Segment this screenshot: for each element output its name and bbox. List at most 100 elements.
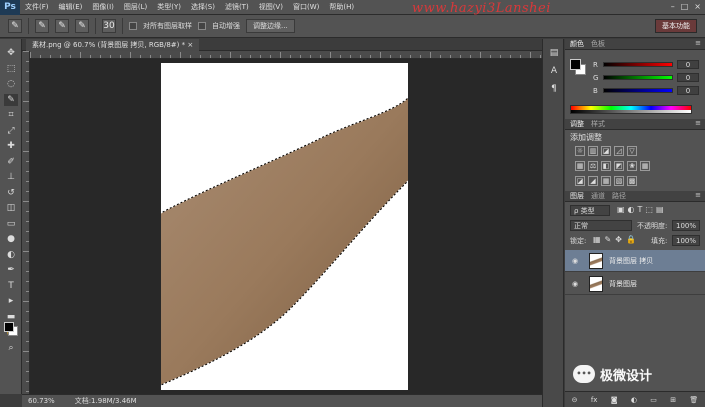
channel-slider-b[interactable]: B0 <box>593 86 703 95</box>
adjustment-icon[interactable]: ◧ <box>601 161 611 171</box>
layer-row[interactable]: ◉ 背景图层 <box>565 273 705 295</box>
refine-edge-button[interactable]: 调整边缘... <box>246 19 295 33</box>
channel-value-field[interactable]: 0 <box>677 73 699 82</box>
brush-tool[interactable]: ✐ <box>4 156 18 168</box>
layers-footer-icon[interactable]: ⊞ <box>670 396 676 404</box>
history-icon[interactable]: ▤ <box>548 47 560 59</box>
foreground-color-swatch[interactable] <box>4 322 14 332</box>
menu-type[interactable]: 类型(Y) <box>152 2 186 12</box>
paragraph-icon[interactable]: ¶ <box>548 83 560 95</box>
adjustment-icon[interactable]: ☼ <box>575 146 585 156</box>
adjustment-icon[interactable]: ◿ <box>614 146 624 156</box>
adjustment-icon[interactable]: ◪ <box>601 146 611 156</box>
layers-footer-icon[interactable]: ◐ <box>631 396 637 404</box>
eraser-tool[interactable]: ◫ <box>4 202 18 214</box>
gradient-tool[interactable]: ▭ <box>4 218 18 230</box>
menu-edit[interactable]: 编辑(E) <box>54 2 88 12</box>
tab-paths[interactable]: 路径 <box>612 191 626 201</box>
menu-file[interactable]: 文件(F) <box>20 2 54 12</box>
marquee-tool[interactable]: ⬚ <box>4 63 18 75</box>
menu-filter[interactable]: 滤镜(T) <box>220 2 254 12</box>
menu-layer[interactable]: 图层(L) <box>119 2 152 12</box>
fill-field[interactable]: 100% <box>672 235 700 246</box>
channel-value-field[interactable]: 0 <box>677 86 699 95</box>
adjustment-icon[interactable]: ◪ <box>575 176 585 186</box>
quick-selection-tool[interactable]: ✎ <box>4 93 18 106</box>
eye-icon[interactable]: ◉ <box>569 257 581 265</box>
menu-view[interactable]: 视图(V) <box>254 2 288 12</box>
zoom-tool[interactable]: ⌕ <box>4 342 18 354</box>
layers-footer-icon[interactable]: ◙ <box>611 396 618 404</box>
tab-styles[interactable]: 样式 <box>591 119 605 129</box>
adjustment-icon[interactable]: ▥ <box>588 146 598 156</box>
channel-value-field[interactable]: 0 <box>677 60 699 69</box>
lasso-tool[interactable]: ◌ <box>4 78 18 90</box>
close-button[interactable]: × <box>694 2 701 11</box>
layer-row[interactable]: ◉ 背景图层 拷贝 <box>565 250 705 272</box>
color-spectrum[interactable] <box>570 105 692 114</box>
blur-tool[interactable]: ● <box>4 233 18 245</box>
adjustment-icon[interactable]: ▽ <box>627 146 637 156</box>
eyedropper-tool[interactable]: ⤢ <box>4 125 18 137</box>
adjustment-icon[interactable]: ▦ <box>575 161 585 171</box>
channel-slider-r[interactable]: R0 <box>593 60 703 69</box>
adjustment-icon[interactable]: ⚖ <box>588 161 598 171</box>
move-tool[interactable]: ✥ <box>4 47 18 59</box>
auto-enhance-checkbox[interactable] <box>198 22 206 30</box>
layers-footer-icon[interactable]: fx <box>591 396 598 404</box>
tool-preset-picker[interactable]: ✎ <box>8 19 22 33</box>
document-size[interactable]: 文档:1.98M/3.46M <box>75 396 137 406</box>
maximize-button[interactable]: □ <box>681 2 689 11</box>
minimize-button[interactable]: – <box>671 2 675 11</box>
clone-stamp-tool[interactable]: ⊥ <box>4 171 18 183</box>
tab-layers[interactable]: 图层 <box>570 191 584 201</box>
menu-window[interactable]: 窗口(W) <box>288 2 324 12</box>
channel-slider-g[interactable]: G0 <box>593 73 703 82</box>
history-brush-tool[interactable]: ↺ <box>4 187 18 199</box>
layers-footer-icon[interactable]: ⊝ <box>572 396 578 404</box>
adjustment-icon[interactable]: ◩ <box>614 161 624 171</box>
workspace-switcher[interactable]: 基本功能 <box>655 19 697 33</box>
document-canvas[interactable] <box>161 63 408 390</box>
lock-icons[interactable]: ▦✎✥🔒 <box>593 235 640 244</box>
adjustment-icon[interactable]: ❀ <box>627 161 637 171</box>
shape-tool[interactable]: ▬ <box>4 311 18 323</box>
panel-menu-icon[interactable]: ≡ <box>695 191 701 199</box>
channel-gradient[interactable] <box>603 75 673 80</box>
eye-icon[interactable]: ◉ <box>569 280 581 288</box>
blend-mode-select[interactable]: 正常 <box>570 220 632 231</box>
adjustment-icon[interactable]: ◢ <box>588 176 598 186</box>
layer-filter-icons[interactable]: ▣◐T⬚▤ <box>617 205 667 214</box>
path-selection-tool[interactable]: ▸ <box>4 295 18 307</box>
pen-tool[interactable]: ✒ <box>4 264 18 276</box>
adjustment-icon[interactable]: ▦ <box>640 161 650 171</box>
tab-adjustments[interactable]: 调整 <box>570 119 584 129</box>
adjustment-icon[interactable]: ▩ <box>627 176 637 186</box>
layer-kind-filter[interactable]: ρ 类型 <box>570 205 610 216</box>
document-tab[interactable]: 素材.png @ 60.7% (背景图层 拷贝, RGB/8#) * × <box>26 39 200 51</box>
brush-size-picker[interactable]: 30 <box>102 19 116 33</box>
layers-footer-icon[interactable]: ▭ <box>650 396 657 404</box>
color-panel-foreground[interactable] <box>570 59 581 70</box>
adjustment-icon[interactable]: ▧ <box>614 176 624 186</box>
opacity-field[interactable]: 100% <box>672 220 700 231</box>
tab-swatches[interactable]: 色板 <box>591 39 605 49</box>
canvas-area[interactable] <box>30 59 542 394</box>
layers-footer-icon[interactable]: 🗑 <box>689 396 698 404</box>
sample-all-layers-checkbox[interactable] <box>129 22 137 30</box>
add-to-selection-icon[interactable]: ✎ <box>55 19 69 33</box>
healing-brush-tool[interactable]: ✚ <box>4 140 18 152</box>
adjustment-icon[interactable]: ▦ <box>601 176 611 186</box>
tab-channels[interactable]: 通道 <box>591 191 605 201</box>
channel-gradient[interactable] <box>603 88 673 93</box>
tab-color[interactable]: 颜色 <box>570 39 584 49</box>
zoom-level[interactable]: 60.73% <box>28 397 55 405</box>
crop-tool[interactable]: ⌗ <box>4 109 18 121</box>
panel-menu-icon[interactable]: ≡ <box>695 119 701 127</box>
panel-menu-icon[interactable]: ≡ <box>695 39 701 47</box>
channel-gradient[interactable] <box>603 62 673 67</box>
type-tool[interactable]: T <box>4 280 18 292</box>
menu-image[interactable]: 图像(I) <box>87 2 119 12</box>
menu-help[interactable]: 帮助(H) <box>324 2 359 12</box>
dodge-tool[interactable]: ◐ <box>4 249 18 261</box>
